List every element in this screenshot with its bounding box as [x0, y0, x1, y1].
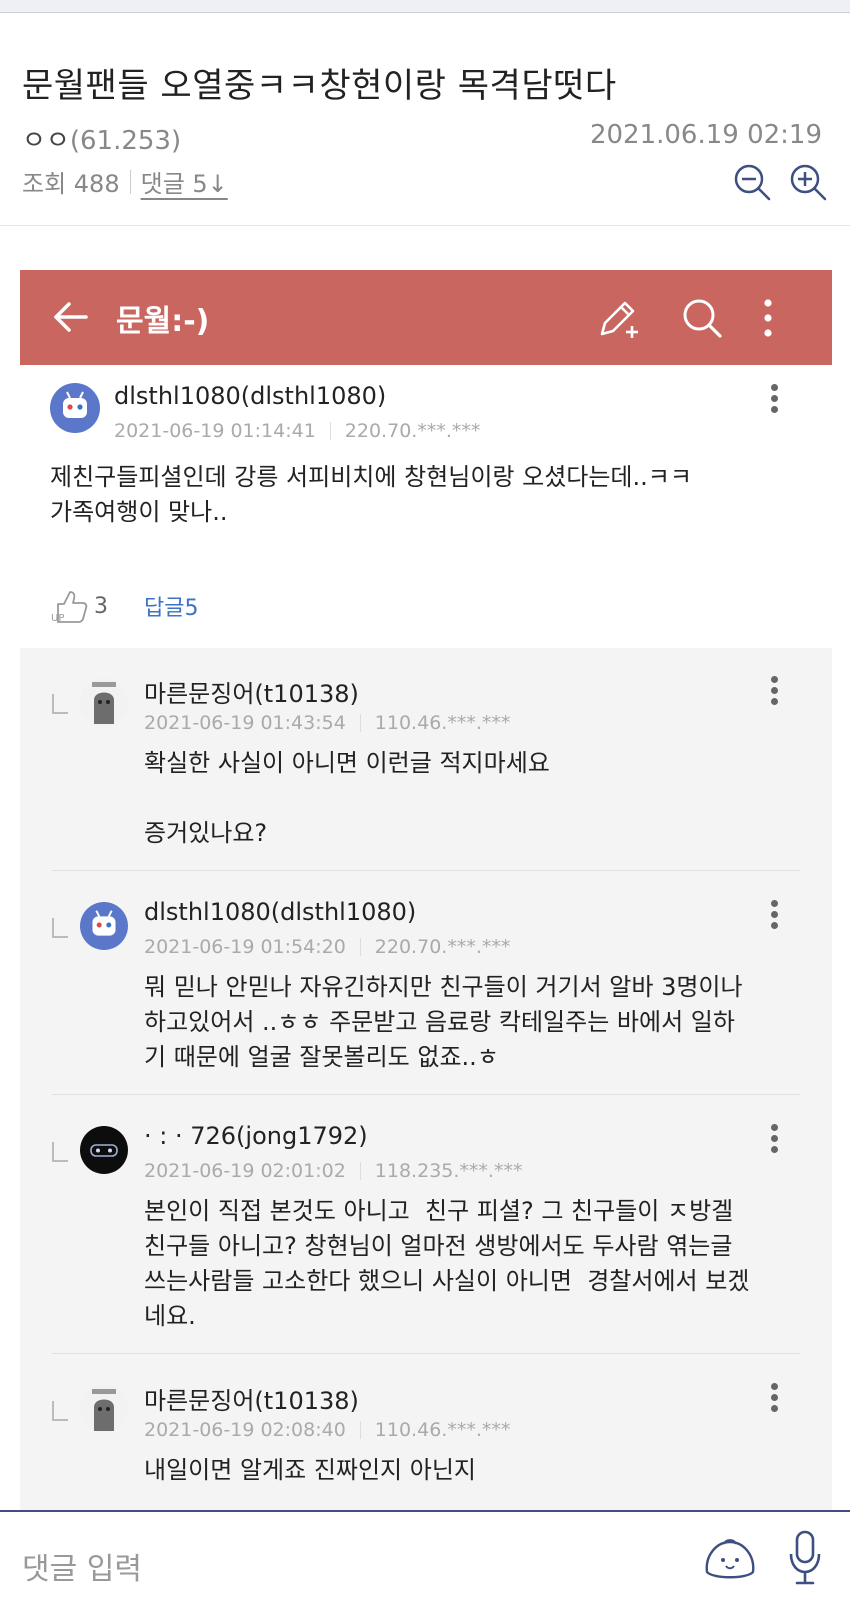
comment-date: 2021-06-19 01:14:41: [114, 420, 316, 442]
comments-link[interactable]: 댓글 5↓: [141, 164, 228, 199]
comment-ip: 110.46.***.***: [374, 712, 511, 734]
post-author[interactable]: ㅇㅇ(61.253): [22, 120, 181, 157]
comment-meta: 2021-06-19 01:43:54 110.46.***.***: [144, 712, 510, 734]
meta-separator: [359, 938, 361, 956]
search-icon[interactable]: [680, 296, 724, 340]
commenter-name[interactable]: · : · 726(jong1792): [144, 1122, 368, 1150]
meta-separator: [129, 169, 131, 194]
comment-text: 내일이면 알게죠 진짜인지 아닌지: [144, 1456, 477, 1484]
avatar[interactable]: [80, 902, 128, 950]
post-date: 2021.06.19 02:19: [589, 120, 822, 150]
squid-avatar-icon: [92, 682, 116, 724]
comment-meta: 2021-06-19 02:01:02 118.235.***.***: [144, 1160, 522, 1182]
reply-divider: [52, 870, 800, 871]
tv-mascot-icon: [63, 391, 87, 418]
comment-actions: UP 3 답글5: [50, 588, 198, 624]
like-count: 3: [94, 593, 108, 619]
comment-date: 2021-06-19 01:54:20: [144, 936, 346, 958]
reply-indent-marker: [52, 918, 68, 938]
comment-more-icon[interactable]: [768, 674, 780, 708]
comment-more-icon[interactable]: [768, 898, 780, 932]
comment-more-icon[interactable]: [768, 1381, 780, 1415]
zoom-out-icon[interactable]: [732, 162, 772, 202]
thumbs-up-icon[interactable]: UP: [50, 588, 88, 624]
comment-ip: 110.46.***.***: [374, 1419, 511, 1441]
comment-text: 본인이 직접 본것도 아니고 친구 피셜? 그 친구들이 ㅈ방겔 친구들 아니고…: [144, 1197, 750, 1330]
commenter-name[interactable]: 마른문징어(t10138): [144, 1381, 359, 1416]
back-arrow-icon[interactable]: [52, 298, 90, 336]
svg-text:UP: UP: [51, 613, 64, 624]
comment-text: 뭐 믿나 안믿나 자유긴하지만 친구들이 거기서 알바 3명이나 하고있어서 .…: [144, 973, 743, 1071]
app-bar: 문월:-): [20, 270, 832, 365]
reply-indent-marker: [52, 694, 68, 714]
reply-link[interactable]: 답글5: [144, 590, 198, 622]
reply-thread: 마른문징어(t10138) 2021-06-19 01:43:54 110.46…: [20, 648, 832, 1510]
post-header: 문월팬들 오열중ㅋㅋ창현이랑 목격담떳다 ㅇㅇ(61.253) 2021.06.…: [0, 12, 850, 226]
avatar[interactable]: [50, 383, 100, 433]
comment-date: 2021-06-19 02:08:40: [144, 1419, 346, 1441]
squid-avatar-icon: [92, 1389, 116, 1431]
pencil-add-icon[interactable]: [596, 296, 640, 340]
reply-divider: [52, 1353, 800, 1354]
tv-mascot-icon: [92, 910, 116, 936]
comment-ip: 118.235.***.***: [374, 1160, 523, 1182]
comment-date: 2021-06-19 01:43:54: [144, 712, 346, 734]
author-ip: (61.253): [69, 126, 182, 156]
reply-divider: [52, 1094, 800, 1095]
comment-meta: 2021-06-19 01:14:41 220.70.***.***: [114, 420, 480, 442]
zoom-in-icon[interactable]: [788, 162, 828, 202]
comment-input-bar: 댓글 입력: [0, 1510, 850, 1617]
comment-meta: 2021-06-19 02:08:40 110.46.***.***: [144, 1419, 510, 1441]
commenter-name[interactable]: dlsthl1080(dlsthl1080): [144, 898, 416, 926]
post-meta: 조회 488 댓글 5↓: [22, 164, 228, 199]
microphone-icon[interactable]: [788, 1530, 822, 1586]
avatar[interactable]: [80, 1126, 128, 1174]
comment-text: 제친구들피셜인데 강릉 서피비치에 창현님이랑 오셨다는데..ㅋㅋ 가족여행이 …: [50, 463, 692, 526]
comment-text: 확실한 사실이 아니면 이런글 적지마세요 증거있나요?: [144, 749, 550, 847]
comment-ip: 220.70.***.***: [374, 936, 511, 958]
meta-separator: [359, 714, 361, 732]
app-bar-title: 문월:-): [116, 304, 210, 339]
meta-separator: [359, 1162, 361, 1180]
commenter-name[interactable]: dlsthl1080(dlsthl1080): [114, 382, 386, 410]
comment-meta: 2021-06-19 01:54:20 220.70.***.***: [144, 936, 510, 958]
embedded-screenshot: 문월:-) dlsthl1080(dlsthl1080) 2021-06-19 …: [20, 270, 832, 1510]
dark-avatar-icon: [90, 1144, 118, 1157]
reply-indent-marker: [52, 1401, 68, 1421]
commenter-name[interactable]: 마른문징어(t10138): [144, 674, 359, 709]
post-title: 문월팬들 오열중ㅋㅋ창현이랑 목격담떳다: [22, 66, 617, 106]
comment-ip: 220.70.***.***: [344, 420, 481, 442]
avatar[interactable]: [80, 1385, 128, 1433]
author-name[interactable]: ㅇㅇ: [22, 126, 70, 156]
reply-indent-marker: [52, 1142, 68, 1162]
meta-separator: [359, 1421, 361, 1439]
meta-separator: [329, 422, 331, 440]
comment-date: 2021-06-19 02:01:02: [144, 1160, 346, 1182]
comment-more-icon[interactable]: [768, 382, 780, 416]
comment-input[interactable]: 댓글 입력: [22, 1544, 142, 1588]
comment-more-icon[interactable]: [768, 1122, 780, 1156]
view-count: 조회 488: [22, 170, 120, 198]
emoji-dumpling-icon[interactable]: [702, 1530, 758, 1586]
more-vertical-icon[interactable]: [746, 296, 790, 340]
avatar[interactable]: [80, 678, 128, 726]
